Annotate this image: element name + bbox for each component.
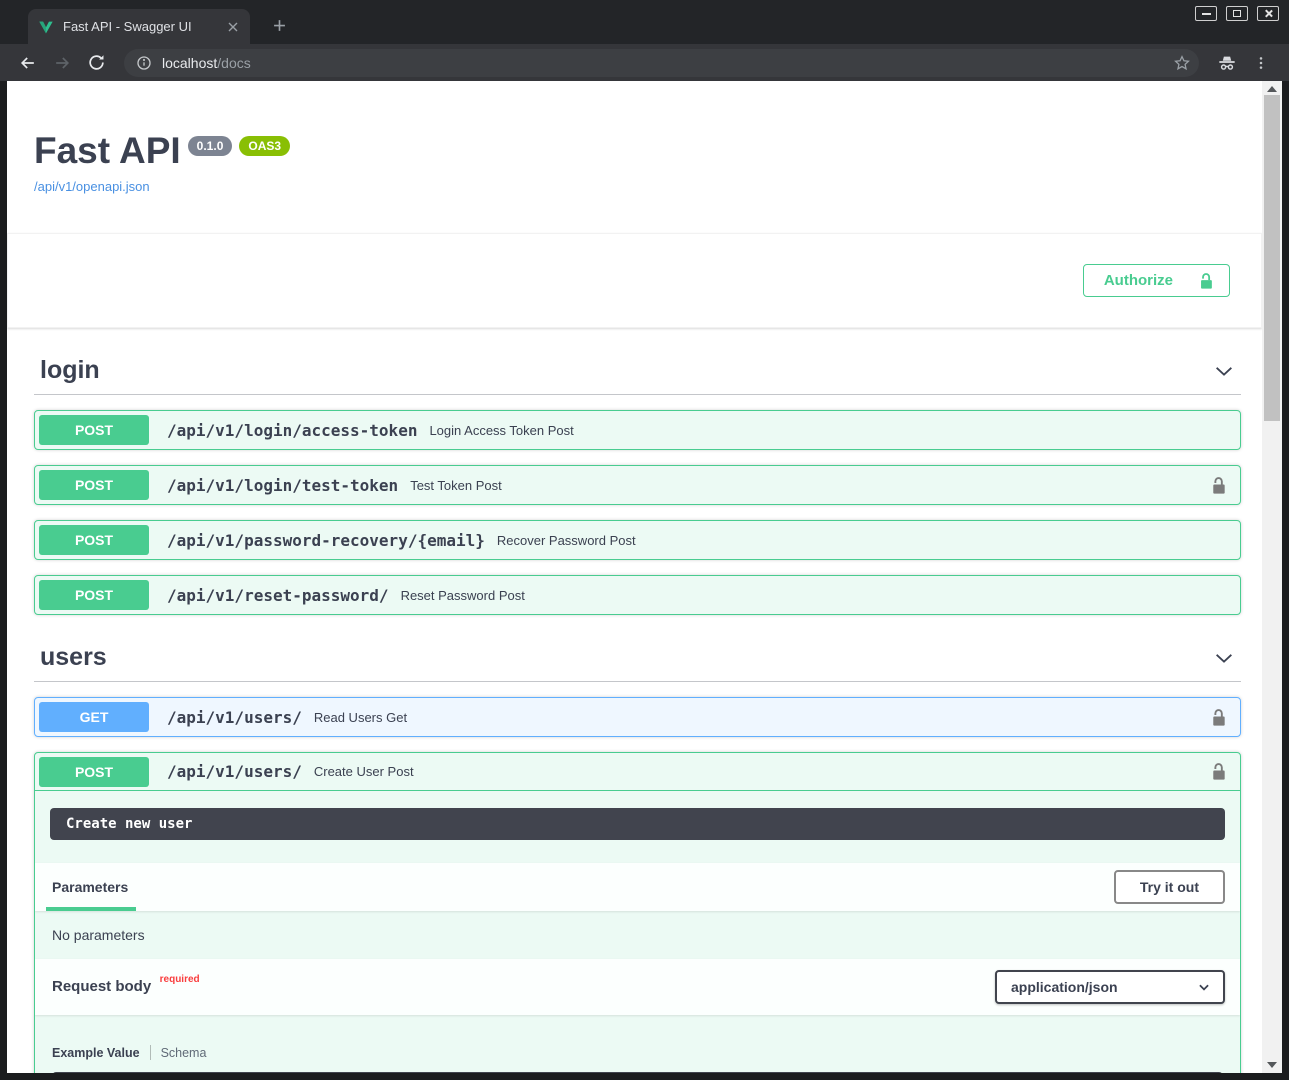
tag-name: login: [40, 356, 100, 385]
tab-divider: [150, 1045, 151, 1060]
scheme-container: Authorize: [7, 233, 1262, 328]
tab-schema[interactable]: Schema: [161, 1046, 207, 1060]
method-badge: POST: [39, 580, 149, 610]
unlock-icon: [1197, 272, 1215, 290]
tag-name: users: [40, 643, 107, 672]
chevron-down-icon: [1197, 980, 1211, 994]
page-title: Fast API: [34, 131, 181, 171]
op-summary-text: Create User Post: [314, 764, 414, 779]
method-badge: POST: [39, 757, 149, 787]
opblock-create-user: POST /api/v1/users/ Create User Post Cre…: [34, 752, 1241, 1073]
site-info-icon[interactable]: [136, 55, 152, 71]
op-path: /api/v1/login/test-token: [167, 476, 398, 495]
op-summary-text: Login Access Token Post: [429, 423, 573, 438]
tag-section-users: users GET /api/v1/users/ Read Users Get …: [34, 643, 1241, 1073]
auth-lock-icon[interactable]: [1209, 708, 1228, 727]
chevron-down-icon[interactable]: [1213, 647, 1235, 669]
tab-example-value[interactable]: Example Value: [52, 1046, 140, 1060]
forward-icon[interactable]: [48, 49, 76, 77]
opblock-body: Create new user Parameters Try it out No…: [35, 808, 1240, 1073]
model-example-section: Example Value Schema {: [35, 1015, 1240, 1073]
op-path: /api/v1/users/: [167, 762, 302, 781]
op-summary-text: Test Token Post: [410, 478, 502, 493]
address-bar[interactable]: localhost/docs: [124, 49, 1199, 77]
swagger-page: Fast API 0.1.0 OAS3 /api/v1/openapi.json…: [7, 81, 1262, 1073]
content-type-select[interactable]: application/json: [995, 970, 1225, 1004]
auth-lock-icon[interactable]: [1209, 762, 1228, 781]
method-badge: GET: [39, 702, 149, 732]
operation-description: Create new user: [50, 808, 1225, 840]
tab-title: Fast API - Swagger UI: [63, 19, 215, 34]
op-path: /api/v1/reset-password/: [167, 586, 389, 605]
scroll-up-arrow-icon[interactable]: [1267, 86, 1277, 92]
op-path: /api/v1/login/access-token: [167, 421, 417, 440]
page-scrollbar[interactable]: [1262, 81, 1282, 1073]
request-body-label: Request body: [52, 978, 151, 995]
scroll-down-arrow-icon[interactable]: [1267, 1062, 1277, 1068]
browser-titlebar: Fast API - Swagger UI: [0, 0, 1289, 44]
try-it-out-button[interactable]: Try it out: [1114, 870, 1225, 904]
opblock-create-user-summary[interactable]: POST /api/v1/users/ Create User Post: [35, 753, 1240, 791]
opblock-reset-password[interactable]: POST /api/v1/reset-password/ Reset Passw…: [34, 575, 1241, 615]
op-summary-text: Read Users Get: [314, 710, 407, 725]
incognito-icon: [1213, 49, 1241, 77]
browser-menu-icon[interactable]: [1247, 49, 1275, 77]
chevron-down-icon[interactable]: [1213, 360, 1235, 382]
tag-section-login: login POST /api/v1/login/access-token Lo…: [34, 356, 1241, 615]
parameters-header: Parameters Try it out: [35, 863, 1240, 911]
window-close-button[interactable]: [1257, 6, 1279, 21]
request-body-header: Request body required application/json: [35, 959, 1240, 1015]
favicon-fastapi-icon: [38, 19, 54, 35]
example-code-block: {: [52, 1072, 1223, 1073]
scrollbar-thumb[interactable]: [1264, 95, 1280, 421]
window-minimize-button[interactable]: [1195, 6, 1217, 21]
url-text[interactable]: localhost/docs: [162, 55, 251, 71]
no-parameters-text: No parameters: [35, 911, 1240, 959]
op-summary-text: Recover Password Post: [497, 533, 636, 548]
opblock-read-users[interactable]: GET /api/v1/users/ Read Users Get: [34, 697, 1241, 737]
new-tab-button[interactable]: [266, 12, 292, 38]
method-badge: POST: [39, 525, 149, 555]
required-label: required: [160, 974, 200, 985]
opblock-login-test-token[interactable]: POST /api/v1/login/test-token Test Token…: [34, 465, 1241, 505]
tab-close-icon[interactable]: [224, 18, 242, 36]
openapi-spec-link[interactable]: /api/v1/openapi.json: [34, 179, 150, 194]
authorize-button[interactable]: Authorize: [1083, 264, 1230, 297]
browser-tab[interactable]: Fast API - Swagger UI: [28, 9, 250, 44]
window-maximize-button[interactable]: [1226, 6, 1248, 21]
reload-icon[interactable]: [82, 49, 110, 77]
tab-parameters[interactable]: Parameters: [52, 863, 128, 911]
opblock-login-access-token[interactable]: POST /api/v1/login/access-token Login Ac…: [34, 410, 1241, 450]
version-badge: 0.1.0: [188, 136, 233, 156]
tag-header-users[interactable]: users: [34, 643, 1241, 682]
browser-toolbar: localhost/docs: [0, 44, 1289, 81]
method-badge: POST: [39, 470, 149, 500]
op-summary-text: Reset Password Post: [401, 588, 525, 603]
opblock-password-recovery[interactable]: POST /api/v1/password-recovery/{email} R…: [34, 520, 1241, 560]
op-path: /api/v1/users/: [167, 708, 302, 727]
api-info: Fast API 0.1.0 OAS3 /api/v1/openapi.json: [7, 81, 1262, 196]
auth-lock-icon[interactable]: [1209, 476, 1228, 495]
tag-header-login[interactable]: login: [34, 356, 1241, 395]
bookmark-star-icon[interactable]: [1173, 54, 1191, 72]
back-icon[interactable]: [14, 49, 42, 77]
method-badge: POST: [39, 415, 149, 445]
oas3-badge: OAS3: [239, 136, 290, 156]
op-path: /api/v1/password-recovery/{email}: [167, 531, 485, 550]
